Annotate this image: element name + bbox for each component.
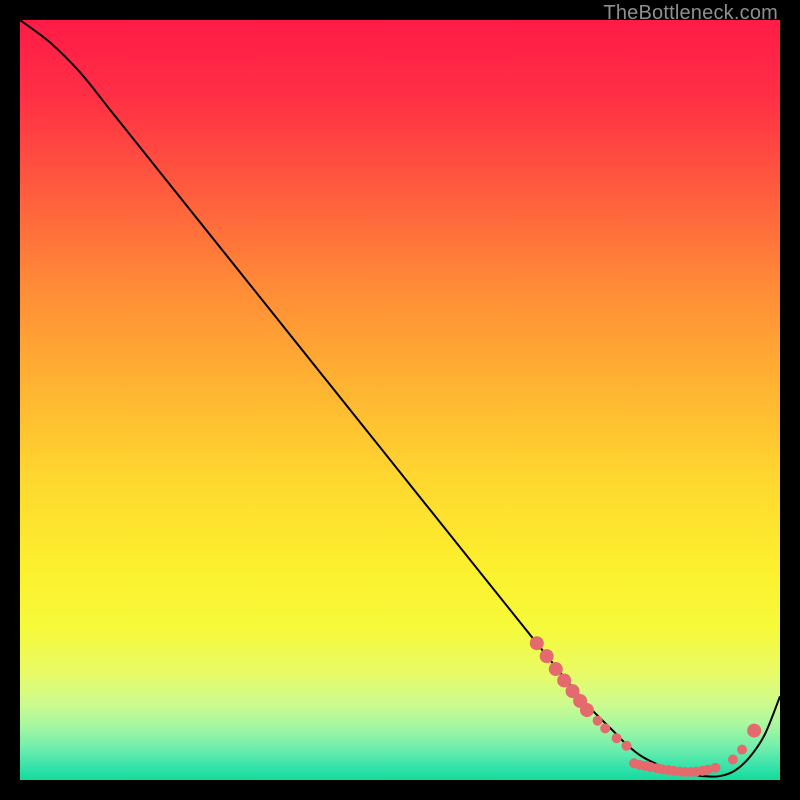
- curve-marker: [549, 662, 563, 676]
- watermark-text: TheBottleneck.com: [603, 2, 778, 25]
- curve-marker: [580, 703, 594, 717]
- curve-marker: [621, 741, 631, 751]
- curve-marker: [747, 724, 761, 738]
- curve-marker: [540, 649, 554, 663]
- chart-svg: [20, 20, 780, 780]
- curve-marker: [737, 745, 747, 755]
- curve-marker: [600, 723, 610, 733]
- curve-marker: [612, 733, 622, 743]
- chart-frame: TheBottleneck.com: [0, 0, 800, 800]
- chart-plot-area: [20, 20, 780, 780]
- curve-marker: [728, 754, 738, 764]
- curve-marker: [593, 716, 603, 726]
- chart-background: [20, 20, 780, 780]
- curve-marker: [710, 763, 720, 773]
- curve-marker: [530, 636, 544, 650]
